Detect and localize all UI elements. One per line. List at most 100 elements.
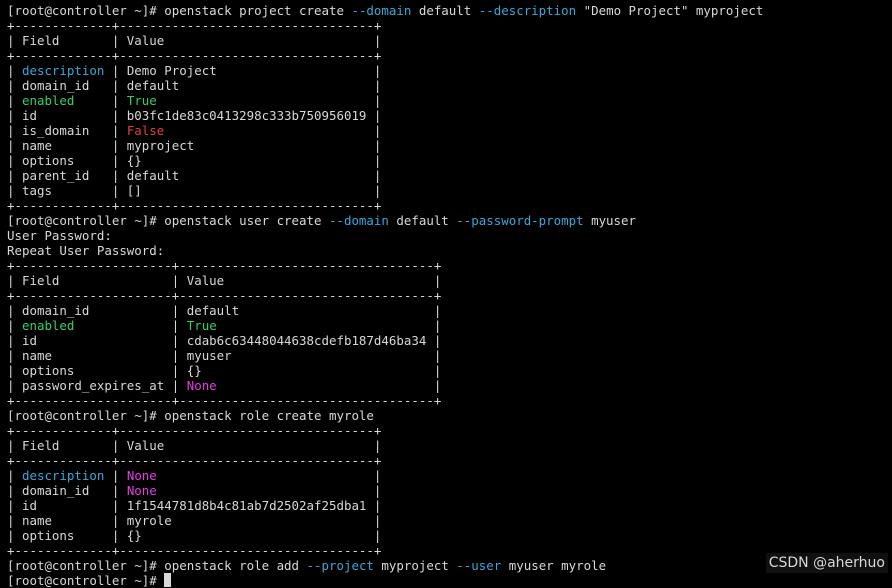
terminal-text-segment: myuser myrole — [501, 558, 607, 573]
terminal-line: +-------------+-------------------------… — [7, 198, 892, 213]
terminal-line: | domain_id | None | — [7, 483, 892, 498]
terminal-text-segment: | name | myproject | — [7, 138, 382, 153]
terminal-text-segment: | — [216, 318, 442, 333]
terminal-text-segment: --domain — [351, 3, 412, 18]
terminal-text-segment: --project — [306, 558, 374, 573]
terminal-text-segment: enabled — [21, 93, 75, 108]
terminal-text-segment: +---------------------+-----------------… — [7, 258, 442, 273]
terminal-text-segment: | — [156, 483, 382, 498]
terminal-text-segment: --domain — [328, 213, 389, 228]
terminal-text-segment: +-------------+-------------------------… — [7, 198, 382, 213]
terminal-text-segment: | options | {} | — [7, 528, 382, 543]
terminal-line: [root@controller ~]# openstack user crea… — [7, 213, 892, 228]
terminal-text-segment: | — [156, 468, 382, 483]
terminal-text-segment: | id | b03fc1de83c0413298c333b750956019 … — [7, 108, 382, 123]
terminal-text-segment: [root@controller ~]# openstack project c… — [7, 3, 352, 18]
terminal-line: | is_domain | False | — [7, 123, 892, 138]
terminal-line: [root@controller ~]# openstack project c… — [7, 3, 892, 18]
terminal-text-segment: [root@controller ~]# openstack role crea… — [7, 408, 374, 423]
terminal-text-segment: --description — [478, 3, 577, 18]
terminal-text-segment: --user — [456, 558, 502, 573]
terminal-text-segment: False — [126, 123, 165, 138]
terminal-text-segment: +---------------------+-----------------… — [7, 393, 442, 408]
terminal-line: | tags | [] | — [7, 183, 892, 198]
terminal-line: | name | myuser | — [7, 348, 892, 363]
terminal-line: | options | {} | — [7, 363, 892, 378]
terminal-line: | options | {} | — [7, 528, 892, 543]
terminal-line: +-------------+-------------------------… — [7, 543, 892, 558]
terminal-text-segment: | Field | Value | — [7, 273, 442, 288]
terminal-line: +-------------+-------------------------… — [7, 18, 892, 33]
terminal-line: [root@controller ~]# openstack role add … — [7, 558, 892, 573]
terminal-text-segment: | — [156, 93, 382, 108]
terminal-text-segment: [root@controller ~]# — [7, 573, 165, 588]
terminal-line: +---------------------+-----------------… — [7, 288, 892, 303]
terminal-line: | id | cdab6c63448044638cdefb187d46ba34 … — [7, 333, 892, 348]
terminal-line: +---------------------+-----------------… — [7, 258, 892, 273]
terminal-text-segment: | Demo Project | — [104, 63, 382, 78]
terminal-text-segment: | — [7, 63, 22, 78]
terminal-text-segment: --password-prompt — [456, 213, 584, 228]
terminal-line: +-------------+-------------------------… — [7, 453, 892, 468]
terminal-text-segment: +-------------+-------------------------… — [7, 48, 382, 63]
terminal-line: +-------------+-------------------------… — [7, 423, 892, 438]
terminal-text-segment: | Field | Value | — [7, 33, 382, 48]
terminal-text-segment: default — [411, 3, 479, 18]
terminal-text-segment: | options | {} | — [7, 363, 442, 378]
terminal-line: | id | b03fc1de83c0413298c333b750956019 … — [7, 108, 892, 123]
terminal-text-segment: | is_domain | — [7, 123, 127, 138]
terminal-line: | name | myproject | — [7, 138, 892, 153]
terminal-text-segment: enabled — [21, 318, 75, 333]
terminal-line: User Password: — [7, 228, 892, 243]
terminal-line: [root@controller ~]# — [7, 573, 892, 588]
terminal-text-segment: default — [388, 213, 457, 228]
terminal-text-segment: Repeat User Password: — [7, 243, 165, 258]
terminal-text-segment: "Demo Project" myproject — [576, 3, 764, 18]
terminal-text-segment: | — [7, 93, 22, 108]
terminal-line: | domain_id | default | — [7, 303, 892, 318]
terminal-text-segment: | — [74, 93, 127, 108]
terminal-text-segment: | id | cdab6c63448044638cdefb187d46ba34 … — [7, 333, 442, 348]
terminal-text-segment: myuser — [583, 213, 637, 228]
terminal-text-segment: | password_expires_at | — [7, 378, 187, 393]
terminal-text-segment: | Field | Value | — [7, 438, 382, 453]
terminal-text-segment: [root@controller ~]# openstack user crea… — [7, 213, 329, 228]
terminal-text-segment: description — [21, 63, 105, 78]
terminal-text-segment: description — [21, 468, 105, 483]
terminal-line: [root@controller ~]# openstack role crea… — [7, 408, 892, 423]
terminal-text-segment: | — [104, 468, 127, 483]
terminal-text-segment: | — [7, 468, 22, 483]
terminal-text-segment: User Password: — [7, 228, 112, 243]
terminal-line: | enabled | True | — [7, 318, 892, 333]
terminal-text-segment: | parent_id | default | — [7, 168, 382, 183]
terminal-text-segment: myproject — [373, 558, 457, 573]
terminal-output[interactable]: [root@controller ~]# openstack project c… — [7, 3, 892, 588]
terminal-line: | id | 1f1544781d8b4c81ab7d2502af25dba1 … — [7, 498, 892, 513]
terminal-text-segment: | — [74, 318, 187, 333]
terminal-text-segment: | name | myuser | — [7, 348, 442, 363]
terminal-text-segment: | domain_id | — [7, 483, 127, 498]
terminal-text-segment: +---------------------+-----------------… — [7, 288, 442, 303]
terminal-text-segment: None — [126, 468, 157, 483]
terminal-text-segment: | id | 1f1544781d8b4c81ab7d2502af25dba1 … — [7, 498, 382, 513]
terminal-line: | name | myrole | — [7, 513, 892, 528]
terminal-text-segment: | domain_id | default | — [7, 78, 382, 93]
cursor-block — [164, 573, 172, 587]
terminal-text-segment: | — [7, 318, 22, 333]
terminal-text-segment: +-------------+-------------------------… — [7, 453, 382, 468]
watermark: CSDN @aherhuo — [765, 553, 888, 573]
terminal-line: | Field | Value | — [7, 273, 892, 288]
terminal-line: +---------------------+-----------------… — [7, 393, 892, 408]
terminal-text-segment: [root@controller ~]# openstack role add — [7, 558, 307, 573]
terminal-text-segment: | — [216, 378, 442, 393]
terminal-line: Repeat User Password: — [7, 243, 892, 258]
terminal-text-segment: | tags | [] | — [7, 183, 382, 198]
terminal-line: | Field | Value | — [7, 33, 892, 48]
terminal-line: | description | Demo Project | — [7, 63, 892, 78]
terminal-line: | enabled | True | — [7, 93, 892, 108]
terminal-line: | password_expires_at | None | — [7, 378, 892, 393]
terminal-line: | Field | Value | — [7, 438, 892, 453]
terminal-text-segment: True — [126, 93, 157, 108]
terminal-text-segment: True — [186, 318, 217, 333]
terminal-text-segment: | name | myrole | — [7, 513, 382, 528]
